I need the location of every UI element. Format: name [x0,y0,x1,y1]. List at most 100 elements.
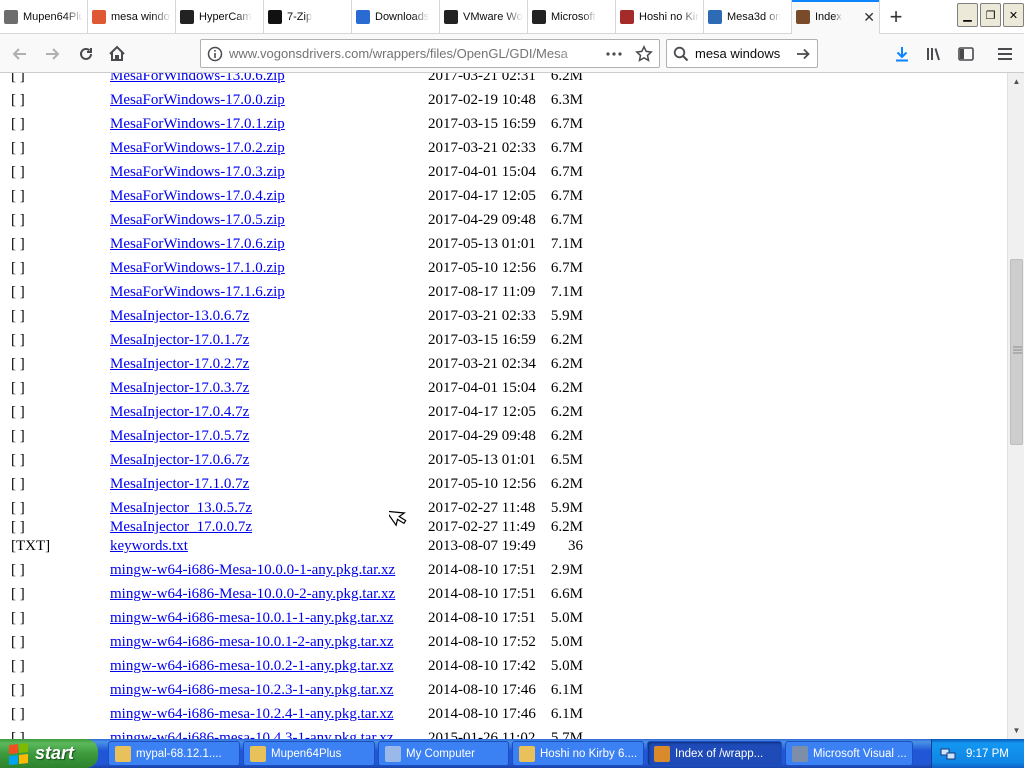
installer-icon [792,745,808,762]
file-link[interactable]: MesaInjector-17.0.4.7z [110,400,249,424]
listing-row: [TXT] keywords.txt 2013-08-07 19:49 36 [0,534,1007,558]
taskbar-button[interactable]: Mupen64Plus [243,741,375,766]
file-link[interactable]: mingw-w64-i686-Mesa-10.0.0-2-any.pkg.tar… [110,582,395,606]
library-icon [927,48,940,61]
file-link[interactable]: MesaInjector_13.0.5.7z [110,496,252,520]
network-icon[interactable] [940,746,956,762]
last-modified: 2017-04-01 15:04 [428,380,536,396]
file-link[interactable]: MesaForWindows-17.0.4.zip [110,184,285,208]
new-tab-button[interactable]: + [880,0,912,34]
taskbar-button[interactable]: Microsoft Visual ... [785,741,913,766]
file-link[interactable]: MesaInjector_17.0.0.7z [110,520,252,534]
file-link[interactable]: MesaInjector-17.0.1.7z [110,328,249,352]
library-button[interactable] [920,40,948,68]
file-link[interactable]: MesaForWindows-17.0.2.zip [110,136,285,160]
listing-row: [ ] mingw-w64-i686-mesa-10.2.3-1-any.pkg.… [0,678,1007,702]
address-bar[interactable]: www.vogonsdrivers.com/wrappers/files/Ope… [200,39,660,68]
file-type-indicator: [ ] [11,500,25,516]
file-link[interactable]: MesaInjector-17.1.0.7z [110,472,249,496]
file-link[interactable]: keywords.txt [110,534,188,558]
folder-icon [250,745,266,762]
taskbar-button-label: My Computer [406,747,476,760]
search-input[interactable]: mesa windows [695,46,789,61]
file-link[interactable]: MesaInjector-17.0.2.7z [110,352,249,376]
file-size: 2.9M [550,562,583,578]
home-button[interactable] [103,40,131,68]
file-link[interactable]: MesaInjector-17.0.6.7z [110,448,249,472]
file-link[interactable]: mingw-w64-i686-mesa-10.0.2-1-any.pkg.tar… [110,654,394,678]
bookmark-star-icon[interactable] [629,44,659,63]
file-type-indicator: [ ] [11,476,25,492]
last-modified: 2017-03-21 02:34 [428,356,536,372]
file-link[interactable]: MesaForWindows-17.1.0.zip [110,256,285,280]
restore-icon[interactable]: ❐ [980,3,1001,27]
file-size: 6.7M [550,116,583,132]
file-link[interactable]: MesaInjector-13.0.6.7z [110,304,249,328]
file-link[interactable]: MesaForWindows-17.0.6.zip [110,232,285,256]
file-link[interactable]: MesaForWindows-13.0.6.zip [110,73,285,88]
file-type-indicator: [ ] [11,380,25,396]
scroll-down-arrow-icon[interactable]: ▼ [1009,723,1024,738]
clock[interactable]: 9:17 PM [966,748,1009,760]
listing-row: [ ] MesaInjector_17.0.0.7z 2017-02-27 11:4… [0,520,1007,534]
minimize-icon[interactable]: ▁ [957,3,978,27]
browser-tab[interactable]: Mupen64Plus [0,0,88,34]
file-link[interactable]: mingw-w64-i686-mesa-10.2.3-1-any.pkg.tar… [110,678,394,702]
browser-tab[interactable]: mesa windows [88,0,176,34]
scrollbar-thumb[interactable] [1010,259,1023,445]
vertical-scrollbar[interactable]: ▲ ▼ [1007,73,1024,739]
file-link[interactable]: mingw-w64-i686-Mesa-10.0.0-1-any.pkg.tar… [110,558,395,582]
start-button[interactable]: start [0,739,98,768]
browser-tab[interactable]: Downloads [352,0,440,34]
browser-tab[interactable]: HyperCam [176,0,264,34]
file-link[interactable]: mingw-w64-i686-mesa-10.0.1-1-any.pkg.tar… [110,606,394,630]
browser-tab[interactable]: Hoshi no Kirby [616,0,704,34]
file-link[interactable]: MesaForWindows-17.0.0.zip [110,88,285,112]
file-link[interactable]: MesaForWindows-17.0.5.zip [110,208,285,232]
file-link[interactable]: MesaForWindows-17.0.3.zip [110,160,285,184]
close-window-icon[interactable]: ✕ [1003,3,1024,27]
file-size: 5.9M [550,308,583,324]
forward-button[interactable] [38,40,66,68]
search-icon [667,46,695,62]
taskbar-button[interactable]: Index of /wrapp... [647,741,782,766]
taskbar-button[interactable]: mypal-68.12.1.... [108,741,240,766]
listing-row: [ ] MesaInjector_13.0.5.7z 2017-02-27 11:4… [0,496,1007,520]
sidebar-button[interactable] [952,40,980,68]
7zip-icon [268,10,282,24]
file-link[interactable]: MesaInjector-17.0.3.7z [110,376,249,400]
file-link[interactable]: mingw-w64-i686-mesa-10.4.3-1-any.pkg.tar… [110,726,394,739]
listing-row: [ ] mingw-w64-i686-mesa-10.4.3-1-any.pkg.… [0,726,1007,739]
search-box[interactable]: mesa windows [666,39,818,68]
file-link[interactable]: MesaForWindows-17.0.1.zip [110,112,285,136]
file-link[interactable]: MesaForWindows-17.1.6.zip [110,280,285,304]
reload-button[interactable] [72,40,100,68]
page-info-icon[interactable] [201,46,229,62]
browser-tab[interactable]: Microsoft [528,0,616,34]
file-link[interactable]: mingw-w64-i686-mesa-10.0.1-2-any.pkg.tar… [110,630,394,654]
file-size: 6.2M [550,404,583,420]
taskbar-button[interactable]: Hoshi no Kirby 6.... [512,741,644,766]
listing-row: [ ] MesaForWindows-17.0.3.zip 2017-04-01 1… [0,160,1007,184]
listing-row: [ ] mingw-w64-i686-mesa-10.0.2-1-any.pkg.… [0,654,1007,678]
menu-button[interactable] [991,40,1019,68]
close-tab-icon[interactable]: ✕ [860,9,875,26]
file-link[interactable]: MesaInjector-17.0.5.7z [110,424,249,448]
file-link[interactable]: mingw-w64-i686-mesa-10.2.4-1-any.pkg.tar… [110,702,394,726]
tab-title: mesa windows [111,11,171,23]
taskbar-button[interactable]: My Computer [378,741,509,766]
browser-tab[interactable]: 7-Zip [264,0,352,34]
browser-tab[interactable]: Index ✕ [792,0,880,34]
url-text[interactable]: www.vogonsdrivers.com/wrappers/files/Ope… [229,46,599,61]
last-modified: 2017-03-21 02:33 [428,140,536,156]
file-size: 6.2M [550,476,583,492]
search-go-icon[interactable] [789,46,817,62]
browser-tab[interactable]: Mesa3d on [704,0,792,34]
back-button[interactable] [6,40,34,68]
file-type-indicator: [ ] [11,188,25,204]
scroll-up-arrow-icon[interactable]: ▲ [1009,74,1024,89]
downloads-button[interactable] [888,40,916,68]
reload-icon [80,47,92,60]
page-actions-icon[interactable] [599,51,629,56]
browser-tab[interactable]: VMware Workstation [440,0,528,34]
